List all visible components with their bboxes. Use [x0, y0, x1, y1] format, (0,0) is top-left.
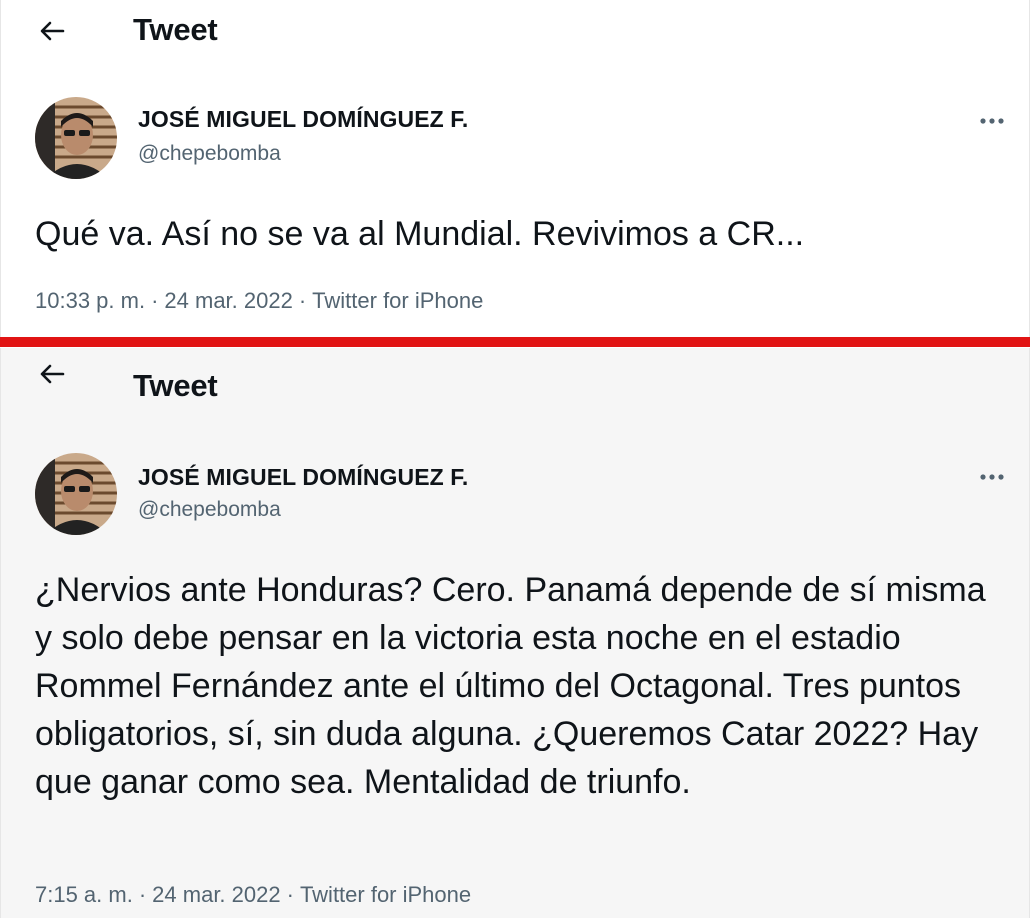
author-name[interactable]: JOSÉ MIGUEL DOMÍNGUEZ F. — [138, 106, 468, 133]
avatar[interactable] — [35, 453, 117, 535]
meta-separator: · — [298, 288, 307, 313]
author-handle[interactable]: @chepebomba — [138, 498, 281, 522]
avatar[interactable] — [35, 97, 117, 179]
arrow-left-icon[interactable] — [37, 16, 67, 46]
tweet-text: Qué va. Así no se va al Mundial. Revivim… — [35, 215, 805, 253]
tweet-date[interactable]: 24 mar. 2022 — [152, 882, 280, 907]
tweet-date[interactable]: 24 mar. 2022 — [164, 288, 292, 313]
red-divider — [0, 337, 1030, 347]
tweet-time[interactable]: 7:15 a. m. — [35, 882, 133, 907]
meta-separator: · — [286, 882, 294, 907]
more-horizontal-icon[interactable] — [973, 470, 1013, 484]
tweet-source[interactable]: Twitter for iPhone — [300, 882, 471, 907]
page-title: Tweet — [133, 368, 218, 403]
page-title: Tweet — [133, 12, 218, 47]
meta-separator: · — [138, 882, 147, 907]
arrow-left-icon[interactable] — [37, 359, 67, 389]
profile-photo — [35, 453, 117, 535]
tweet-header: Tweet — [1, 348, 1029, 410]
tweet-source[interactable]: Twitter for iPhone — [312, 288, 483, 313]
tweet-panel-top: Tweet JOSÉ MIGUEL DOMÍNGUEZ F. @chepebom… — [0, 0, 1030, 339]
meta-separator: · — [151, 288, 159, 313]
tweet-panel-bottom: Tweet JOSÉ MIGUEL DOMÍNGUEZ F. @chepebom… — [0, 348, 1030, 918]
tweet-meta: 7:15 a. m. · 24 mar. 2022 · Twitter for iPho… — [35, 882, 471, 908]
tweet-time[interactable]: 10:33 p. m. — [35, 288, 145, 313]
profile-photo — [35, 97, 117, 179]
author-name[interactable]: JOSÉ MIGUEL DOMÍNGUEZ F. — [138, 464, 468, 491]
author-handle[interactable]: @chepebomba — [138, 142, 281, 166]
tweet-header: Tweet — [1, 0, 1029, 62]
tweet-meta: 10:33 p. m. · 24 mar. 2022 · Twitter for iPh… — [35, 288, 483, 314]
tweet-text: ¿Nervios ante Honduras? Cero. Panamá dep… — [35, 571, 986, 801]
more-horizontal-icon[interactable] — [973, 114, 1013, 128]
